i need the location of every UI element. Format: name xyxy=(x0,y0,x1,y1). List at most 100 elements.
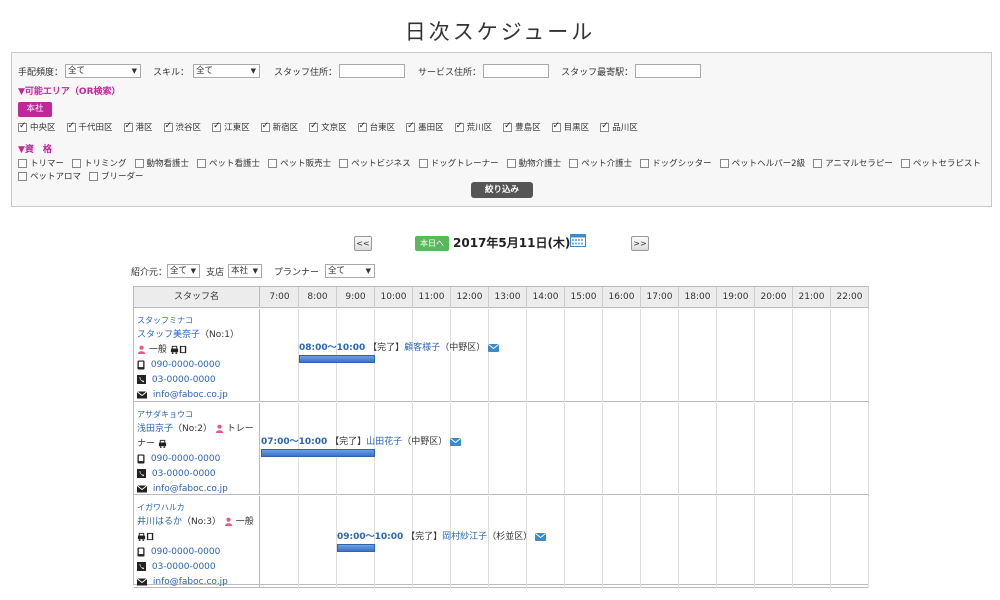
mail-link-icon[interactable] xyxy=(450,437,462,447)
qualification-checkbox-item[interactable]: 動物介護士 xyxy=(506,157,561,169)
qualification-checkbox-item[interactable]: ブリーダー xyxy=(89,170,144,182)
qualification-checkbox-item[interactable]: ペットアロマ xyxy=(18,170,81,182)
appointment-bar[interactable] xyxy=(261,449,375,457)
area-checkbox-item[interactable]: 荒川区 xyxy=(454,121,492,133)
qualification-checkbox[interactable] xyxy=(339,158,349,168)
qualification-checkbox[interactable] xyxy=(900,158,910,168)
qualification-checkbox[interactable] xyxy=(197,158,207,168)
area-checkbox-item[interactable]: 港区 xyxy=(123,121,153,133)
area-checkbox[interactable] xyxy=(123,121,133,132)
qualification-heading[interactable]: ▼資 格 xyxy=(18,142,52,155)
area-checkbox[interactable] xyxy=(66,121,76,132)
service-address-input[interactable] xyxy=(483,64,550,78)
qualification-checkbox[interactable] xyxy=(134,158,144,168)
nearest-station-input[interactable] xyxy=(635,64,702,78)
customer-link[interactable]: 岡村紗江子 xyxy=(442,532,487,542)
qualification-checkbox-item[interactable]: ペット看護士 xyxy=(197,157,260,169)
qualification-checkbox-item[interactable]: アニマルセラピー xyxy=(813,157,893,169)
area-checkbox-item[interactable]: 文京区 xyxy=(309,121,347,133)
mobile-number[interactable]: 090-0000-0000 xyxy=(148,360,220,370)
area-checkbox-item[interactable]: 中央区 xyxy=(18,121,56,133)
staff-name-link[interactable]: スタッフ美奈子 xyxy=(137,330,200,340)
qualification-checkbox-item[interactable]: 動物看護士 xyxy=(134,157,189,169)
narrow-button[interactable]: 絞り込み xyxy=(471,182,533,198)
area-checkbox[interactable] xyxy=(212,121,222,132)
area-checkbox[interactable] xyxy=(551,121,561,132)
qualification-checkbox-item[interactable]: ペット介護士 xyxy=(569,157,632,169)
area-checkbox-item[interactable]: 新宿区 xyxy=(260,121,298,133)
area-checkbox-item[interactable]: 豊島区 xyxy=(503,121,541,133)
mobile-number[interactable]: 090-0000-0000 xyxy=(148,547,220,557)
area-checkbox-item[interactable]: 墨田区 xyxy=(406,121,444,133)
planner-select[interactable]: 全て ▼ xyxy=(325,264,376,278)
area-checkbox-item[interactable]: 目黒区 xyxy=(551,121,589,133)
mail-link-icon[interactable] xyxy=(535,532,547,542)
qualification-checkbox[interactable] xyxy=(569,158,579,168)
area-checkbox[interactable] xyxy=(357,121,367,132)
qualification-checkbox[interactable] xyxy=(418,158,428,168)
qualification-checkbox-item[interactable]: トリミング xyxy=(72,157,127,169)
staff-name-line: 井川はるか（No:3） 一般 xyxy=(137,515,259,530)
area-checkbox[interactable] xyxy=(503,121,513,132)
qualification-checkbox-item[interactable]: ペットヘルパー2級 xyxy=(719,157,805,169)
area-heading[interactable]: ▼可能エリア（OR検索） xyxy=(18,84,121,97)
person-icon xyxy=(224,517,233,527)
qualification-checkbox[interactable] xyxy=(813,158,823,168)
staff-name-link[interactable]: 浅田京子 xyxy=(137,424,173,434)
qualification-checkbox-item[interactable]: ドッグトレーナー xyxy=(418,157,499,169)
qualification-checkbox-item[interactable]: ペット販売士 xyxy=(268,157,331,169)
frequency-select[interactable]: 全て ▼ xyxy=(65,64,142,78)
prev-day-button[interactable]: << xyxy=(354,236,372,251)
email-address[interactable]: info@faboc.co.jp xyxy=(150,390,228,400)
branch-select[interactable]: 本社 ▼ xyxy=(228,264,263,278)
qualification-checkbox[interactable] xyxy=(506,158,516,168)
next-day-button[interactable]: >> xyxy=(631,236,649,251)
referrer-select[interactable]: 全て ▼ xyxy=(167,264,201,278)
skill-select[interactable]: 全て ▼ xyxy=(193,64,261,78)
qualification-checkbox-item[interactable]: ペットセラピスト xyxy=(900,157,981,169)
area-checkbox[interactable] xyxy=(600,121,610,132)
staff-address-input[interactable] xyxy=(339,64,406,78)
appointment-time[interactable]: 08:00〜10:00 xyxy=(299,343,365,353)
appointment-bar[interactable] xyxy=(337,544,375,552)
hour-gridline xyxy=(754,403,755,495)
customer-link[interactable]: 山田花子 xyxy=(366,437,402,447)
qualification-checkbox[interactable] xyxy=(18,171,27,181)
area-label: 豊島区 xyxy=(515,123,541,133)
area-checkbox[interactable] xyxy=(454,121,464,132)
phone-number[interactable]: 03-0000-0000 xyxy=(149,375,216,385)
area-checkbox-item[interactable]: 品川区 xyxy=(600,121,638,133)
area-checkbox-item[interactable]: 渋谷区 xyxy=(163,121,201,133)
staff-name-link[interactable]: 井川はるか xyxy=(137,517,182,527)
appointment-bar[interactable] xyxy=(299,355,375,363)
phone-number[interactable]: 03-0000-0000 xyxy=(149,469,216,479)
area-checkbox-item[interactable]: 江東区 xyxy=(212,121,250,133)
mail-link-icon[interactable] xyxy=(488,343,500,353)
appointment-time[interactable]: 07:00〜10:00 xyxy=(261,437,327,447)
qualification-checkbox-item[interactable]: ドッグシッター xyxy=(640,157,712,169)
qualification-checkbox-item[interactable]: トリマー xyxy=(18,157,64,169)
qualification-checkbox[interactable] xyxy=(89,171,99,181)
area-checkbox[interactable] xyxy=(163,121,173,132)
qualification-checkbox-item[interactable]: ペットビジネス xyxy=(339,157,411,169)
qualification-checkbox[interactable] xyxy=(18,158,27,168)
email-address[interactable]: info@faboc.co.jp xyxy=(150,577,228,587)
qualification-checkbox[interactable] xyxy=(719,158,729,168)
qualification-checkbox[interactable] xyxy=(72,158,82,168)
customer-link[interactable]: 顧客様子 xyxy=(404,343,440,353)
qualification-checkbox[interactable] xyxy=(640,158,650,168)
area-checkbox[interactable] xyxy=(18,121,27,132)
calendar-icon[interactable] xyxy=(570,234,586,247)
appointment-time[interactable]: 09:00〜10:00 xyxy=(337,532,403,542)
today-button[interactable]: 本日へ xyxy=(415,236,449,251)
email-address[interactable]: info@faboc.co.jp xyxy=(150,484,228,494)
area-checkbox-item[interactable]: 千代田区 xyxy=(66,121,113,133)
qualification-checkbox[interactable] xyxy=(268,158,278,168)
area-checkbox-item[interactable]: 台東区 xyxy=(357,121,395,133)
area-checkbox[interactable] xyxy=(309,121,319,132)
branch-button[interactable]: 本社 xyxy=(18,102,52,117)
area-checkbox[interactable] xyxy=(260,121,270,132)
area-checkbox[interactable] xyxy=(406,121,416,132)
phone-number[interactable]: 03-0000-0000 xyxy=(149,562,216,572)
mobile-number[interactable]: 090-0000-0000 xyxy=(148,454,220,464)
